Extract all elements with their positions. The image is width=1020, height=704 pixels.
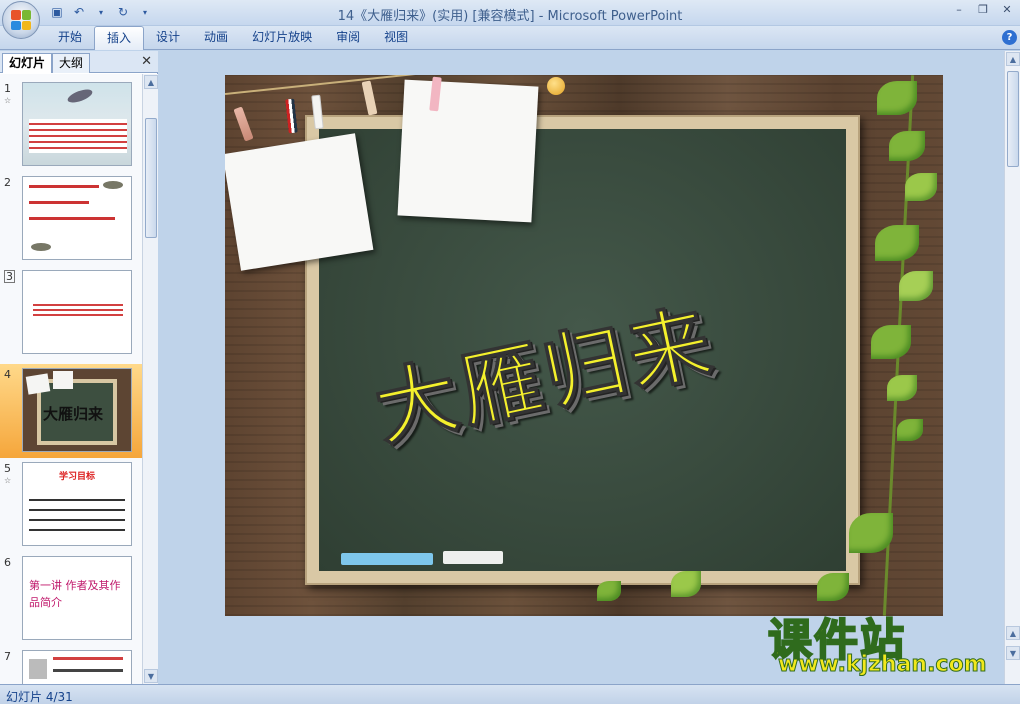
leaf bbox=[671, 571, 701, 597]
slide-number: 5 bbox=[4, 462, 11, 475]
ribbon-tab-bar: 开始 插入 设计 动画 幻灯片放映 审阅 视图 ? bbox=[0, 26, 1020, 50]
tab-insert[interactable]: 插入 bbox=[94, 26, 145, 50]
slide-thumbnail-3[interactable]: 3 bbox=[0, 270, 142, 360]
pane-tab-bar: 幻灯片 大纲 ✕ bbox=[0, 51, 158, 73]
slide-edit-area: 大雁归来 bbox=[159, 51, 1004, 684]
slide-preview: 大雁归来 bbox=[22, 368, 132, 452]
slide-thumbnail-5[interactable]: 5 ☆ 学习目标 bbox=[0, 462, 142, 552]
photo-card bbox=[25, 373, 51, 395]
close-icon[interactable]: ✕ bbox=[1000, 3, 1014, 16]
help-icon[interactable]: ? bbox=[1002, 30, 1017, 45]
thumbnail-scrollbar[interactable]: ▲ ▼ bbox=[142, 74, 158, 684]
scroll-up-icon[interactable]: ▲ bbox=[144, 75, 158, 89]
window-controls: – ❐ ✕ bbox=[952, 3, 1014, 16]
main-scrollbar[interactable]: ▲ ▲ ▼ bbox=[1004, 51, 1020, 684]
slide-thumbnail-2[interactable]: 2 bbox=[0, 176, 142, 266]
slide-preview: 学习目标 bbox=[22, 462, 132, 546]
leaf bbox=[897, 419, 923, 441]
status-bar: 幻灯片 4/31 bbox=[0, 684, 1020, 704]
text-block bbox=[29, 491, 125, 531]
red-text-block bbox=[33, 301, 123, 317]
scroll-up-icon[interactable]: ▲ bbox=[1006, 52, 1020, 66]
tab-slides[interactable]: 幻灯片 bbox=[2, 53, 53, 73]
tab-review[interactable]: 审阅 bbox=[324, 26, 372, 50]
office-logo-icon bbox=[11, 10, 31, 30]
thumb-title: 大雁归来 bbox=[43, 405, 104, 423]
slide-number: 3 bbox=[4, 270, 15, 283]
slide-number: 2 bbox=[4, 176, 11, 189]
photo-card-left bbox=[225, 133, 374, 271]
thumb-title: 第一讲 作者及其作品简介 bbox=[29, 579, 121, 609]
watermark-url: www.kjzhan.com bbox=[778, 652, 988, 678]
text-line bbox=[29, 201, 89, 204]
blue-chalk bbox=[341, 553, 433, 565]
thumb-title: 学习目标 bbox=[58, 472, 95, 482]
slide-preview bbox=[22, 650, 132, 684]
tab-outline[interactable]: 大纲 bbox=[52, 53, 91, 73]
restore-icon[interactable]: ❐ bbox=[976, 3, 990, 16]
slide-thumbnail-7[interactable]: 7 bbox=[0, 650, 142, 684]
slide-preview bbox=[22, 270, 132, 354]
slide-number: 1 bbox=[4, 82, 11, 95]
scroll-down-icon[interactable]: ▼ bbox=[144, 669, 158, 683]
slide-preview bbox=[22, 82, 132, 166]
animation-icon: ☆ bbox=[4, 96, 12, 105]
title-bar: ▣ ↶ ▾ ↻ ▾ 14《大雁归来》(实用) [兼容模式] - Microsof… bbox=[0, 0, 1020, 39]
leaf bbox=[899, 271, 933, 301]
leaf bbox=[877, 81, 917, 115]
previous-slide-icon[interactable]: ▲ bbox=[1006, 626, 1020, 640]
ribbon-tabs: 开始 插入 设计 动画 幻灯片放映 审阅 视图 bbox=[46, 26, 420, 50]
slide-thumbnail-1[interactable]: 1 ☆ bbox=[0, 82, 142, 172]
slide-number: 7 bbox=[4, 650, 11, 663]
minimize-icon[interactable]: – bbox=[952, 3, 966, 16]
red-text-block bbox=[29, 119, 127, 153]
white-chalk bbox=[443, 551, 503, 564]
portrait-image bbox=[29, 659, 47, 679]
goose-image bbox=[66, 86, 94, 106]
text-line bbox=[53, 657, 123, 660]
animation-icon: ☆ bbox=[4, 476, 12, 485]
goose-image bbox=[31, 243, 51, 251]
leaf bbox=[905, 173, 937, 201]
goose-image bbox=[103, 181, 123, 189]
leaf bbox=[817, 573, 849, 601]
scrollbar-thumb[interactable] bbox=[145, 118, 157, 238]
text-line bbox=[29, 185, 99, 188]
tab-home[interactable]: 开始 bbox=[46, 26, 94, 50]
close-pane-icon[interactable]: ✕ bbox=[141, 54, 152, 69]
next-slide-icon[interactable]: ▼ bbox=[1006, 646, 1020, 660]
tab-animations[interactable]: 动画 bbox=[192, 26, 240, 50]
leaf bbox=[871, 325, 911, 359]
tab-slideshow[interactable]: 幻灯片放映 bbox=[240, 26, 324, 50]
leaf bbox=[849, 513, 893, 553]
slide-thumbnail-6[interactable]: 6 第一讲 作者及其作品简介 bbox=[0, 556, 142, 646]
office-button[interactable] bbox=[2, 1, 40, 39]
text-line bbox=[53, 669, 123, 672]
window-title: 14《大雁归来》(实用) [兼容模式] - Microsoft PowerPoi… bbox=[337, 9, 683, 24]
tab-view[interactable]: 视图 bbox=[372, 26, 420, 50]
slide-counter: 幻灯片 4/31 bbox=[6, 690, 73, 704]
slide-thumbnail-list: 1 ☆ 2 3 4 大雁归来 5 ☆ 学习目标 6 第一讲 作者及其作品简介 7 bbox=[0, 74, 142, 684]
photo-card-right bbox=[397, 79, 539, 223]
leaf bbox=[889, 131, 925, 161]
leaf bbox=[875, 225, 919, 261]
scrollbar-thumb[interactable] bbox=[1007, 71, 1019, 167]
slide-preview: 第一讲 作者及其作品简介 bbox=[22, 556, 132, 640]
slides-pane: 幻灯片 大纲 ✕ 1 ☆ 2 3 4 大雁归来 5 ☆ 学习目标 6 第一讲 作… bbox=[0, 51, 158, 684]
text-line bbox=[29, 217, 115, 220]
slide-preview bbox=[22, 176, 132, 260]
leaf bbox=[597, 581, 621, 601]
slide-number: 4 bbox=[4, 368, 11, 381]
current-slide[interactable]: 大雁归来 bbox=[225, 75, 943, 616]
photo-card bbox=[53, 371, 73, 389]
slide-thumbnail-4[interactable]: 4 大雁归来 bbox=[0, 364, 142, 458]
leaf bbox=[887, 375, 917, 401]
tab-design[interactable]: 设计 bbox=[144, 26, 192, 50]
push-pin bbox=[547, 77, 565, 95]
slide-number: 6 bbox=[4, 556, 11, 569]
